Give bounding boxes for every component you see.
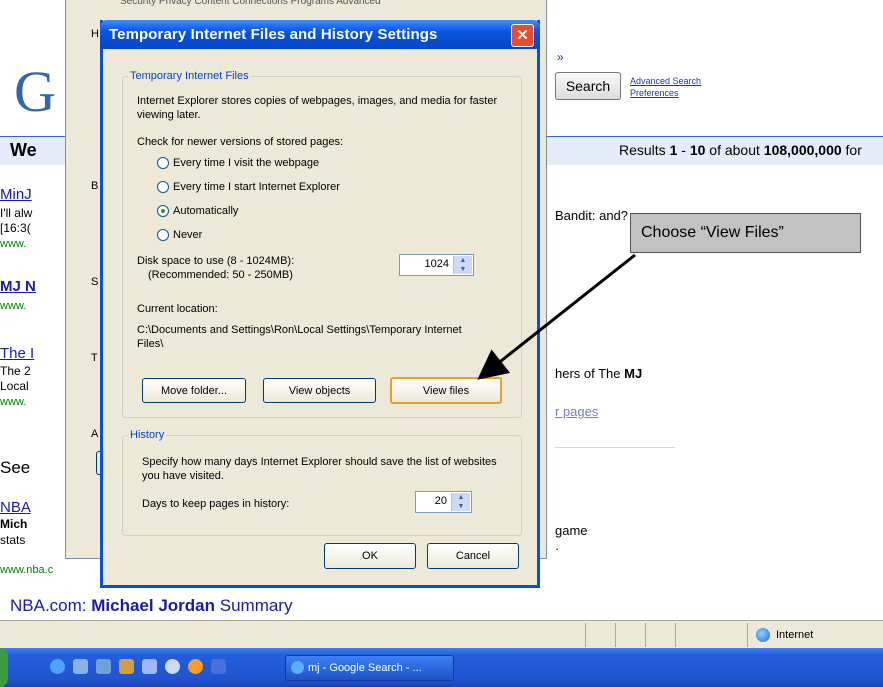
status-divider [615,623,616,647]
app-icon[interactable] [142,659,157,674]
status-divider [585,623,586,647]
web-label: We [10,140,37,160]
google-logo[interactable]: G [14,58,56,125]
results-count: Results 1 - 10 of about 108,000,000 for [619,142,862,158]
result-title[interactable]: NBA [0,499,31,516]
radio-icon [157,229,169,241]
ok-button[interactable]: OK [324,543,416,569]
zone-label: Internet [776,629,814,641]
app-icon[interactable] [165,659,180,674]
app-icon[interactable] [119,659,134,674]
disk-space-value: 1024 [424,258,449,270]
dialog-titlebar[interactable]: Temporary Internet Files and History Set… [100,20,540,49]
status-bar: Internet [0,620,883,649]
callout-box: Choose “View Files” [630,213,861,253]
bottom-result-title[interactable]: NBA.com: Michael Jordan Summary [10,596,292,616]
see-label: See [0,458,31,477]
close-icon[interactable]: ✕ [511,24,534,47]
status-divider [675,623,676,647]
tif-group-legend: Temporary Internet Files [130,70,249,82]
radio-every-visit[interactable]: Every time I visit the webpage [157,157,319,169]
disk-space-label: Disk space to use (8 - 1024MB): [137,255,295,267]
days-label: Days to keep pages in history: [142,498,290,510]
tif-description: Internet Explorer stores copies of webpa… [137,95,498,121]
result-url: www. [0,238,27,250]
ie-icon[interactable] [50,659,65,674]
result-snippet: I'll alw [0,206,33,220]
result-snippet-right: Bandit: and? [555,208,629,223]
disk-space-spinner[interactable]: 1024 ▲ ▼ [399,254,474,276]
more-link[interactable]: » [557,50,564,64]
more-pages-link[interactable]: r pages [555,404,598,419]
current-location-label: Current location: [137,303,218,315]
history-description: Specify how many days Internet Explorer … [142,456,497,482]
options-letter: T [91,352,98,364]
options-letter: B [91,180,99,192]
ie-icon [291,661,304,674]
current-location-path: C:\Documents and Settings\Ron\Local Sett… [137,324,462,350]
explorer-icon[interactable] [73,659,88,674]
result-snippet: stats [0,533,26,547]
tif-group: Temporary Internet Files [122,70,522,418]
globe-icon [756,628,770,642]
cancel-button[interactable]: Cancel [427,543,519,569]
history-group-legend: History [130,429,165,441]
result-snippet: [16:3( [0,221,31,235]
security-zone[interactable]: Internet [747,623,883,647]
radio-selected-icon [157,205,169,217]
start-button[interactable] [0,648,8,687]
app-icon[interactable] [188,659,203,674]
options-tabs[interactable]: Security Privacy Content Connections Pro… [120,0,550,10]
result-url: www. [0,300,27,312]
taskbar-window-label: mj - Google Search - ... [308,662,422,674]
radio-icon [157,157,169,169]
result-url: www. [0,396,27,408]
divider [555,447,675,448]
options-letter: S [91,276,99,288]
options-letter: A [91,428,99,440]
dialog-title: Temporary Internet Files and History Set… [109,26,438,43]
radio-never[interactable]: Never [157,229,202,241]
callout-arrow-icon [477,253,636,380]
view-objects-button[interactable]: View objects [263,378,376,403]
result-snippet: Mich [0,517,28,531]
spinner-arrows-icon[interactable]: ▲ ▼ [451,493,470,511]
result-snippet-right: game [555,523,588,538]
status-divider [645,623,646,647]
move-folder-button[interactable]: Move folder... [142,378,246,403]
result-title[interactable]: The I [0,345,34,362]
taskbar-window-button[interactable]: mj - Google Search - ... [285,655,454,681]
result-title[interactable]: MJ N [0,278,36,295]
check-newer-label: Check for newer versions of stored pages… [137,136,344,148]
result-snippet: The 2 [0,364,31,378]
taskbar: mj - Google Search - ... [0,648,883,687]
result-snippet-right: · [555,541,560,556]
result-snippet: Local [0,379,29,393]
advanced-search-link[interactable]: Advanced Search [630,76,701,86]
history-days-value: 20 [434,495,447,507]
radio-automatically[interactable]: Automatically [157,205,238,217]
search-button[interactable]: Search [555,72,621,100]
desktop-icon[interactable] [96,659,111,674]
disk-recommended-label: (Recommended: 50 - 250MB) [148,269,293,281]
result-url: www.nba.c [0,564,54,576]
radio-every-start[interactable]: Every time I start Internet Explorer [157,181,340,193]
history-days-spinner[interactable]: 20 ▲ ▼ [415,491,472,513]
radio-icon [157,181,169,193]
preferences-link[interactable]: Preferences [630,88,679,98]
result-title[interactable]: MinJ [0,186,32,203]
word-icon[interactable] [211,659,226,674]
options-letter: H [91,28,99,40]
